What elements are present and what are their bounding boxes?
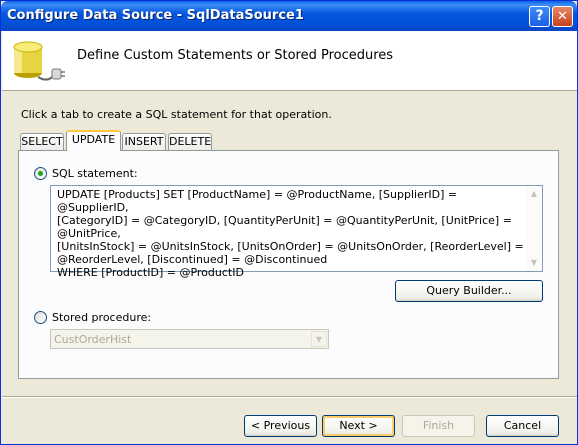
tab-delete[interactable]: DELETE <box>168 133 212 151</box>
previous-button[interactable]: < Previous <box>244 415 317 437</box>
help-button[interactable]: ? <box>529 6 550 27</box>
tab-select[interactable]: SELECT <box>20 133 64 151</box>
cancel-button[interactable]: Cancel <box>486 415 559 437</box>
finish-button[interactable]: Finish <box>402 415 475 437</box>
configure-data-source-dialog: Configure Data Source - SqlDataSource1 ?… <box>0 0 578 445</box>
vertical-scrollbar[interactable]: ▲ ▼ <box>526 186 542 271</box>
tab-insert[interactable]: INSERT <box>122 133 166 151</box>
sql-statement-label[interactable]: SQL statement: <box>52 167 138 180</box>
query-builder-button[interactable]: Query Builder... <box>395 280 543 302</box>
title-bar[interactable]: Configure Data Source - SqlDataSource1 ?… <box>1 1 577 31</box>
footer-divider <box>2 396 577 398</box>
sql-statement-text[interactable]: UPDATE [Products] SET [ProductName] = @P… <box>57 188 525 279</box>
instruction-text: Click a tab to create a SQL statement fo… <box>21 108 332 121</box>
stored-procedure-dropdown[interactable]: CustOrderHist ▼ <box>50 329 329 349</box>
next-button[interactable]: Next > <box>322 415 395 437</box>
tab-update[interactable]: UPDATE <box>66 130 121 151</box>
close-button[interactable]: ✕ <box>552 6 573 27</box>
sql-statement-textarea[interactable]: UPDATE [Products] SET [ProductName] = @P… <box>50 185 543 279</box>
chevron-down-icon[interactable]: ▼ <box>311 331 327 347</box>
stored-procedure-label[interactable]: Stored procedure: <box>52 311 151 324</box>
stored-procedure-value: CustOrderHist <box>54 333 132 346</box>
window-title: Configure Data Source - SqlDataSource1 <box>7 8 304 23</box>
wizard-header: Define Custom Statements or Stored Proce… <box>2 31 577 91</box>
database-connector-icon <box>13 41 65 81</box>
page-title: Define Custom Statements or Stored Proce… <box>77 48 394 63</box>
scroll-down-icon[interactable]: ▼ <box>526 255 542 271</box>
sql-statement-radio[interactable] <box>34 167 47 180</box>
stored-procedure-radio[interactable] <box>34 311 47 324</box>
scroll-up-icon[interactable]: ▲ <box>526 186 542 202</box>
